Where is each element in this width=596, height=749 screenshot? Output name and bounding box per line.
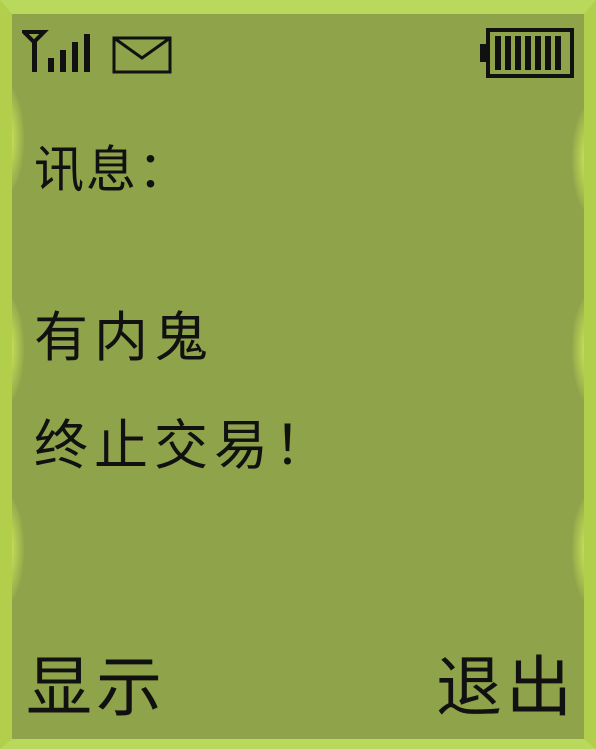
backlight-glow: [572, 104, 584, 214]
message-label: 讯息：: [34, 141, 190, 199]
message-text-line: 有内鬼: [34, 306, 214, 369]
show-softkey[interactable]: 显示: [26, 649, 166, 727]
backlight-glow: [12, 84, 24, 194]
exit-softkey[interactable]: 退出: [436, 649, 576, 727]
backlight-glow: [12, 494, 24, 604]
backlight-glow: [12, 294, 24, 404]
message-text-line: 终止交易！: [34, 414, 334, 477]
backlight-glow: [572, 494, 584, 604]
envelope-icon: [112, 36, 172, 74]
backlight-glow: [572, 294, 584, 404]
signal-bars-icon: [22, 30, 90, 72]
phone-screen: 讯息： 有内鬼 终止交易！ 显示 退出: [0, 0, 596, 749]
battery-full-icon: [480, 28, 574, 78]
